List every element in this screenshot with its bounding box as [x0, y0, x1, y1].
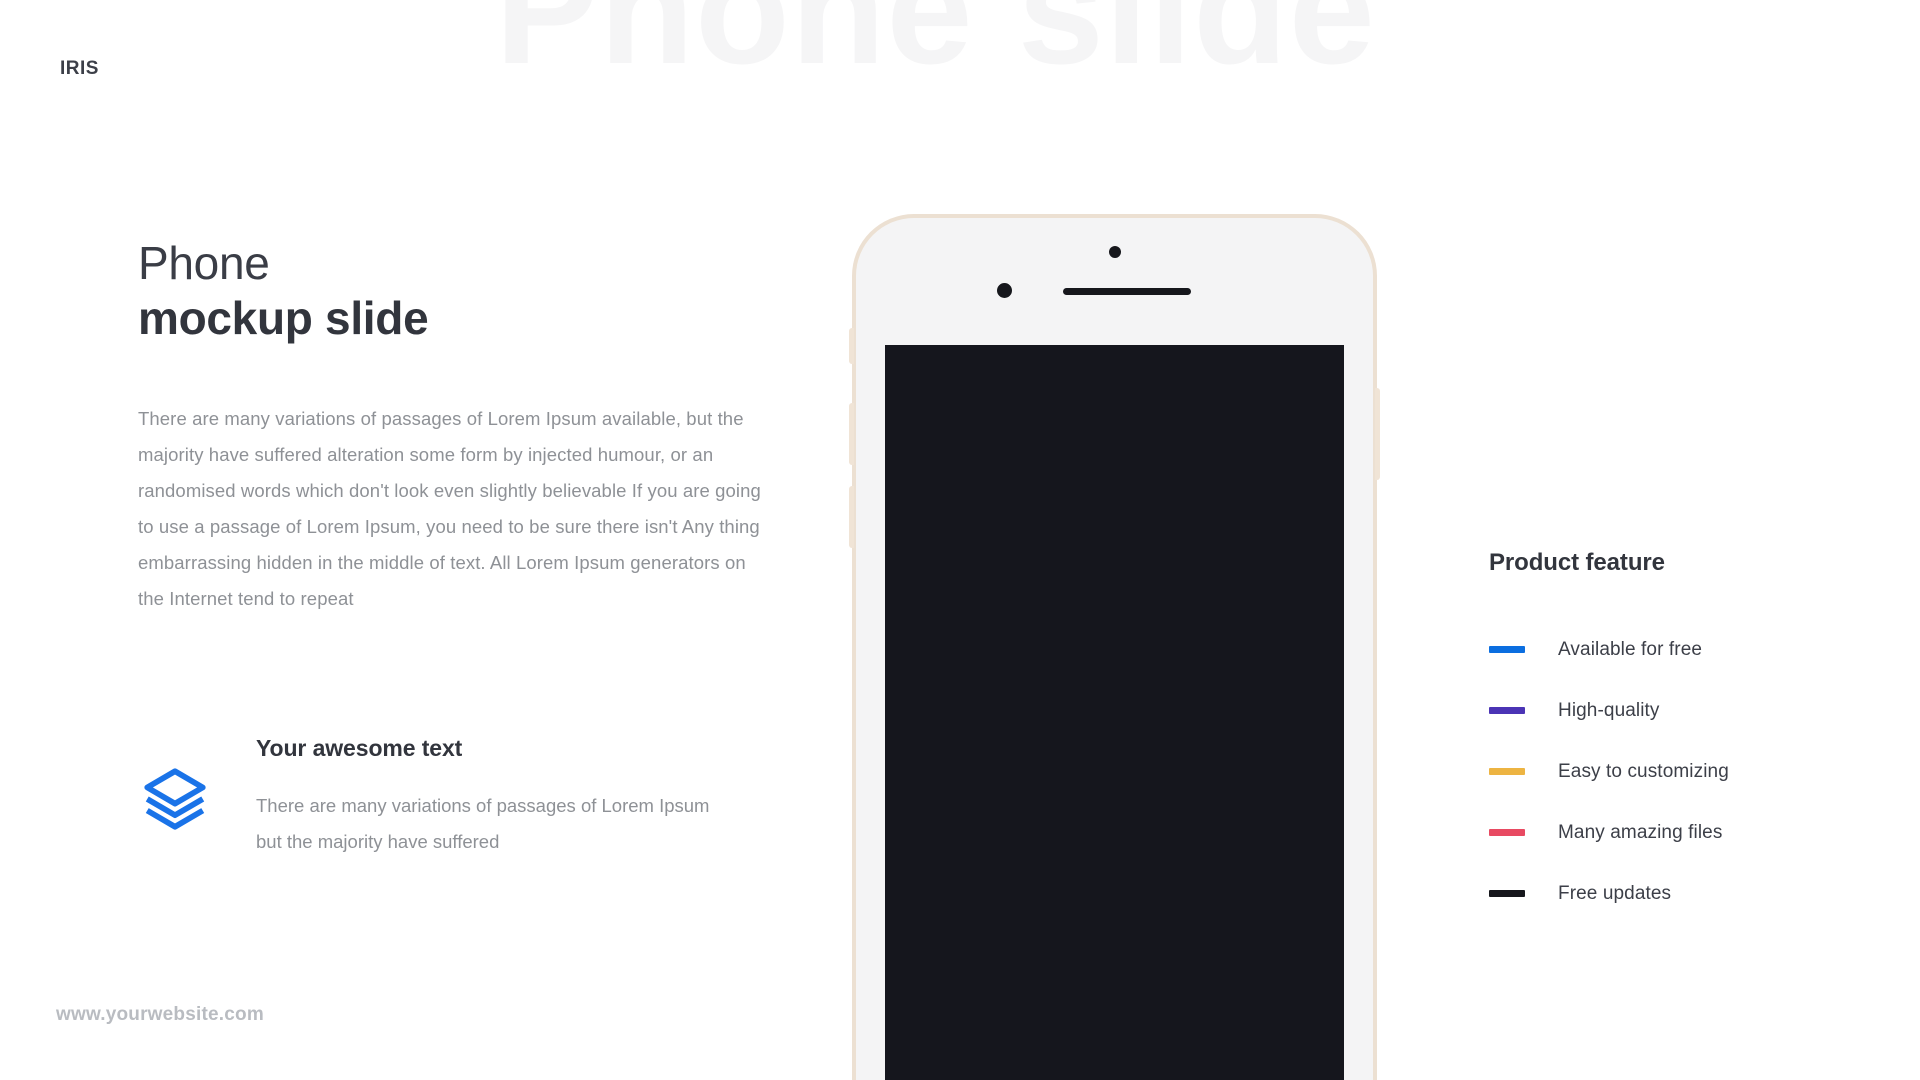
feature-callout-title: Your awesome text [256, 735, 463, 761]
left-content-column: Phone mockup slide There are many variat… [138, 237, 778, 617]
phone-screen [885, 345, 1344, 1080]
phone-volume-down-button [849, 486, 854, 548]
feature-color-dash-icon [1489, 646, 1525, 653]
list-item: High-quality [1489, 680, 1849, 741]
list-item: Free updates [1489, 863, 1849, 924]
feature-callout: Your awesome text There are many variati… [138, 735, 778, 860]
feature-item-label: Available for free [1558, 638, 1703, 660]
body-paragraph: There are many variations of passages of… [138, 407, 761, 609]
phone-mockup [849, 214, 1380, 1080]
footer-website-url: www.yourwebsite.com [56, 1004, 264, 1025]
phone-mute-switch [849, 328, 854, 364]
list-item: Available for free [1489, 619, 1849, 680]
list-item: Easy to customizing [1489, 741, 1849, 802]
list-item: Many amazing files [1489, 802, 1849, 863]
slide-canvas: Phone slide IRIS Phone mockup slide Ther… [0, 0, 1920, 1080]
product-feature-panel: Product feature Available for free High-… [1489, 549, 1849, 924]
layers-stack-icon [138, 762, 212, 836]
watermark-title: Phone slide [495, 0, 1376, 96]
brand-logo: IRIS [60, 58, 99, 79]
page-title-line-1: Phone [138, 237, 270, 289]
feature-callout-description: There are many variations of passages of… [256, 795, 710, 852]
feature-color-dash-icon [1489, 768, 1525, 775]
feature-item-label: Easy to customizing [1558, 760, 1729, 782]
phone-front-camera-icon [1108, 246, 1121, 258]
product-feature-list: Available for free High-quality Easy to … [1489, 619, 1849, 924]
feature-color-dash-icon [1489, 890, 1525, 897]
phone-volume-up-button [849, 403, 854, 465]
product-feature-title: Product feature [1489, 549, 1665, 576]
phone-power-button [1375, 388, 1380, 480]
feature-item-label: Free updates [1558, 882, 1672, 904]
feature-item-label: Many amazing files [1558, 821, 1723, 843]
phone-proximity-sensor-icon [997, 283, 1012, 298]
phone-frame [849, 214, 1380, 1080]
feature-callout-text: Your awesome text There are many variati… [256, 735, 726, 860]
feature-color-dash-icon [1489, 829, 1525, 836]
phone-earpiece-speaker-icon [1063, 288, 1191, 295]
page-title-line-2: mockup slide [138, 291, 429, 344]
feature-item-label: High-quality [1558, 699, 1660, 721]
feature-color-dash-icon [1489, 707, 1525, 714]
